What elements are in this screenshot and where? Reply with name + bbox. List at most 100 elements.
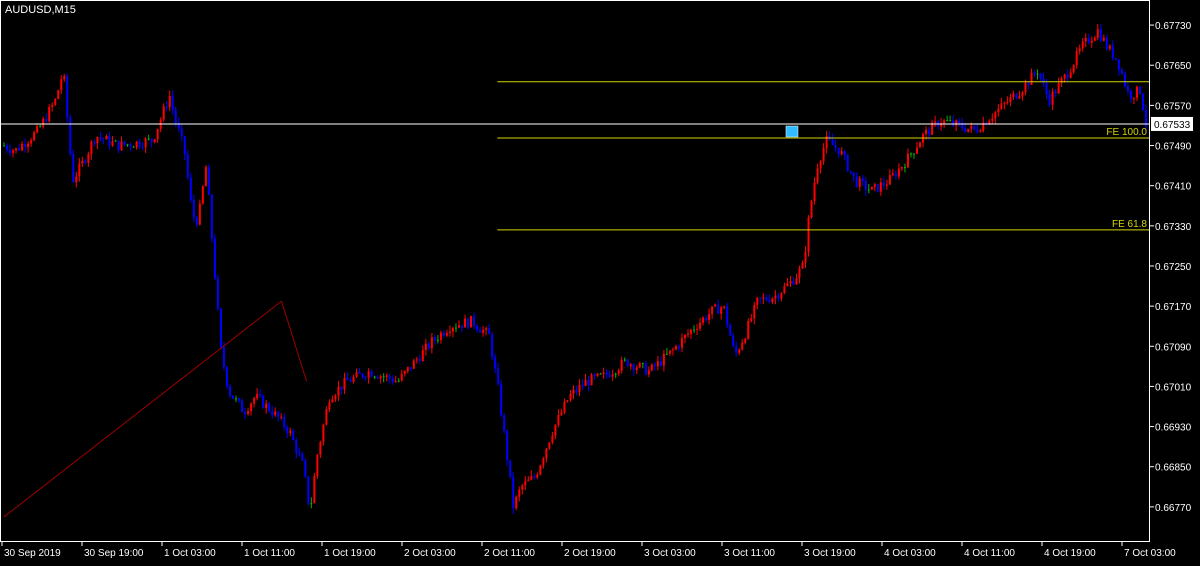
candle-body	[813, 182, 816, 202]
candle-body	[711, 306, 714, 315]
candle-body	[512, 476, 515, 509]
candle-body	[448, 331, 451, 333]
candle-body	[265, 403, 268, 408]
candle-body	[391, 378, 394, 383]
y-tick-label: 0.66770	[1155, 503, 1192, 514]
candle-body	[1030, 72, 1033, 85]
candle-body	[57, 90, 60, 99]
candle-body	[702, 317, 705, 323]
candle-body	[292, 430, 295, 441]
candle-body	[397, 380, 400, 382]
candle-body	[765, 297, 768, 301]
candle-body	[1072, 64, 1075, 73]
candle-body	[3, 145, 5, 147]
candle-body	[858, 178, 861, 187]
candle-body	[36, 126, 39, 133]
candle-body	[186, 154, 189, 178]
candle-body	[617, 370, 620, 374]
candle-body	[500, 384, 503, 416]
candle-body	[1069, 72, 1072, 78]
candle-body	[837, 147, 840, 155]
object-marker-icon[interactable]	[785, 125, 799, 138]
candle-body	[48, 107, 51, 122]
candle-body	[111, 141, 114, 146]
candle-body	[1063, 74, 1066, 79]
candle-body	[656, 360, 659, 367]
candle-body	[934, 121, 937, 123]
candle-body	[964, 128, 967, 132]
candle-body	[605, 372, 608, 375]
candle-body	[783, 285, 786, 294]
chart-background	[0, 0, 1200, 561]
candle-body	[361, 373, 364, 378]
candle-body	[298, 452, 301, 454]
candle-body	[717, 304, 720, 314]
candle-body	[470, 315, 473, 328]
candle-body	[599, 373, 602, 375]
candle-body	[12, 150, 15, 153]
candle-body	[18, 148, 21, 151]
candle-body	[1015, 93, 1018, 99]
candle-body	[705, 317, 708, 321]
candle-body	[319, 442, 322, 455]
candle-body	[560, 412, 563, 415]
x-tick-label: 30 Sep 19:00	[84, 548, 144, 559]
candle-body	[584, 379, 587, 386]
candle-body	[1075, 51, 1078, 65]
candle-body	[1018, 96, 1021, 99]
symbol-label: AUDUSD,M15	[5, 4, 76, 16]
x-tick-label: 2 Oct 03:00	[404, 548, 456, 559]
candle-body	[476, 325, 479, 330]
candle-body	[358, 372, 361, 374]
candle-body	[798, 268, 801, 278]
candle-body	[451, 328, 454, 332]
candle-body	[1114, 57, 1117, 60]
candle-body	[1102, 38, 1105, 41]
candle-body	[30, 140, 33, 144]
candle-body	[563, 401, 566, 413]
candle-body	[946, 120, 949, 122]
candle-body	[328, 402, 331, 410]
candle-body	[479, 329, 482, 333]
candle-body	[915, 147, 918, 154]
candle-body	[1132, 97, 1135, 99]
candle-body	[331, 399, 334, 403]
candle-body	[807, 217, 810, 252]
candle-body	[554, 424, 557, 436]
candle-body	[244, 412, 247, 415]
candle-body	[259, 393, 262, 396]
candle-body	[747, 320, 750, 339]
price-chart[interactable]: FE 100.0 FE 61.8 0.67533 0.67730 0.67650 0.6…	[0, 0, 1200, 561]
y-tick-label: 0.66850	[1155, 463, 1192, 474]
candle-body	[608, 374, 611, 377]
candle-body	[373, 376, 376, 378]
x-tick-label: 2 Oct 19:00	[564, 548, 616, 559]
x-tick-label: 2 Oct 11:00	[484, 548, 535, 559]
candle-body	[665, 353, 668, 355]
x-tick-label: 30 Sep 2019	[4, 548, 61, 559]
candle-body	[337, 386, 340, 396]
candle-body	[1093, 37, 1096, 41]
candle-body	[406, 367, 409, 371]
candle-body	[602, 372, 605, 374]
candle-body	[943, 120, 946, 124]
candle-body	[310, 503, 313, 505]
candle-body	[852, 172, 855, 177]
candle-body	[60, 79, 63, 91]
candle-body	[726, 306, 729, 325]
candle-body	[593, 374, 596, 376]
candle-body	[816, 168, 819, 183]
candle-body	[454, 327, 457, 329]
candle-body	[756, 297, 759, 305]
candle-body	[123, 141, 126, 145]
candle-body	[274, 411, 277, 416]
candle-body	[168, 95, 171, 108]
x-tick-label: 4 Oct 19:00	[1044, 548, 1096, 559]
candle-body	[693, 329, 696, 331]
candle-body	[439, 332, 442, 340]
candle-body	[840, 151, 843, 155]
candle-body	[491, 334, 494, 358]
candle-body	[250, 403, 253, 412]
candle-body	[228, 385, 231, 396]
candle-body	[415, 359, 418, 361]
